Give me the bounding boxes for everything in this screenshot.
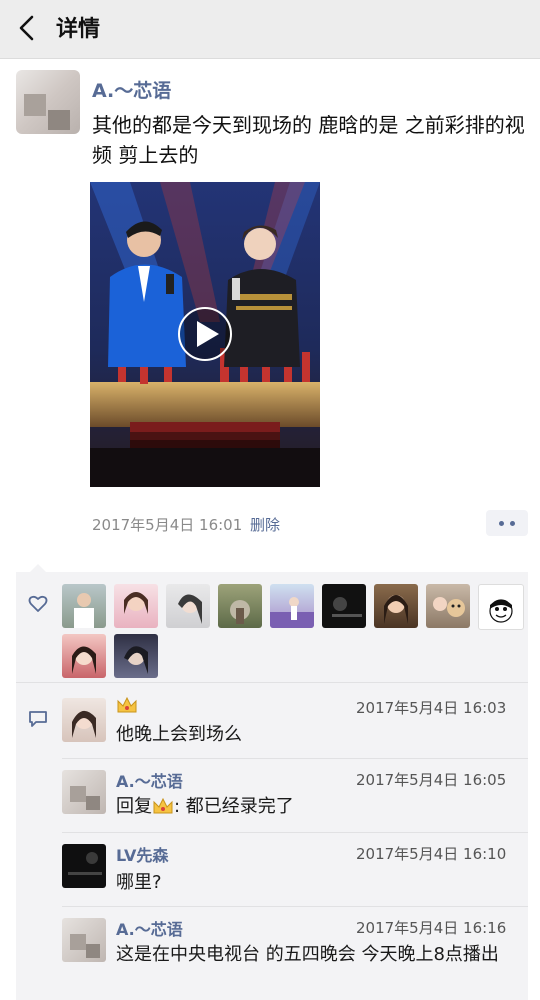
comment-text: 回复 : 都已经录完了: [116, 794, 294, 820]
dot-icon: [499, 521, 504, 526]
commenter-avatar[interactable]: [62, 698, 106, 742]
reply-prefix: 回复: [116, 796, 152, 817]
comment-text: 他晚上会到场么: [116, 724, 242, 745]
liker-avatar[interactable]: [62, 584, 106, 628]
commenter-name[interactable]: LV先森: [116, 842, 168, 866]
reply-text: : 都已经录完了: [174, 796, 294, 817]
comment-timestamp: 2017年5月4日 16:05: [356, 771, 507, 789]
commenter-avatar[interactable]: [62, 770, 106, 814]
post-timestamp: 2017年5月4日 16:01: [92, 516, 243, 534]
commenter-name[interactable]: A.～芯语: [116, 768, 183, 792]
chevron-left-icon: [19, 15, 34, 41]
commenter-name[interactable]: [116, 696, 138, 715]
commenter-avatar[interactable]: [62, 918, 106, 962]
delete-link[interactable]: 删除: [250, 514, 280, 535]
page-title: 详情: [56, 17, 101, 42]
comment-timestamp: 2017年5月4日 16:10: [356, 845, 507, 863]
liker-avatar[interactable]: [166, 584, 210, 628]
commenter-name[interactable]: A.～芯语: [116, 916, 183, 940]
liker-avatar[interactable]: [218, 584, 262, 628]
post-text: 其他的都是今天到现场的 鹿晗的是 之前彩排的视频 剪上去的: [92, 113, 525, 167]
comment-text: 这是在中央电视台 的五四晚会 今天晚上8点播出: [116, 944, 499, 965]
likes-comments-panel: 2017年5月4日 16:03 他晚上会到场么 A.～芯语 2017年5月4日 …: [16, 564, 528, 1000]
liker-avatar[interactable]: [478, 584, 524, 630]
comment-timestamp: 2017年5月4日 16:16: [356, 919, 507, 937]
crown-emoji: [117, 696, 137, 713]
liker-avatar[interactable]: [426, 584, 470, 628]
liker-avatar[interactable]: [114, 634, 158, 678]
navigation-bar: 详情: [0, 0, 540, 59]
comment-text: 哪里?: [116, 872, 162, 893]
comment-icon: [29, 711, 47, 727]
liker-avatar[interactable]: [374, 584, 418, 628]
crown-emoji: [153, 797, 173, 814]
liker-avatar[interactable]: [114, 584, 158, 628]
commenter-avatar[interactable]: [62, 844, 106, 888]
liker-avatar[interactable]: [322, 584, 366, 628]
heart-outline-icon: [28, 595, 48, 612]
poster-name[interactable]: A.～芯语: [92, 76, 171, 103]
play-icon[interactable]: [178, 307, 232, 361]
comment-timestamp: 2017年5月4日 16:03: [356, 699, 507, 717]
liker-avatar[interactable]: [270, 584, 314, 628]
poster-avatar[interactable]: [16, 70, 80, 134]
dot-icon: [510, 521, 515, 526]
more-options-button[interactable]: [486, 510, 528, 536]
back-button[interactable]: [10, 10, 46, 46]
video-thumbnail[interactable]: [90, 182, 320, 487]
liker-avatar[interactable]: [62, 634, 106, 678]
